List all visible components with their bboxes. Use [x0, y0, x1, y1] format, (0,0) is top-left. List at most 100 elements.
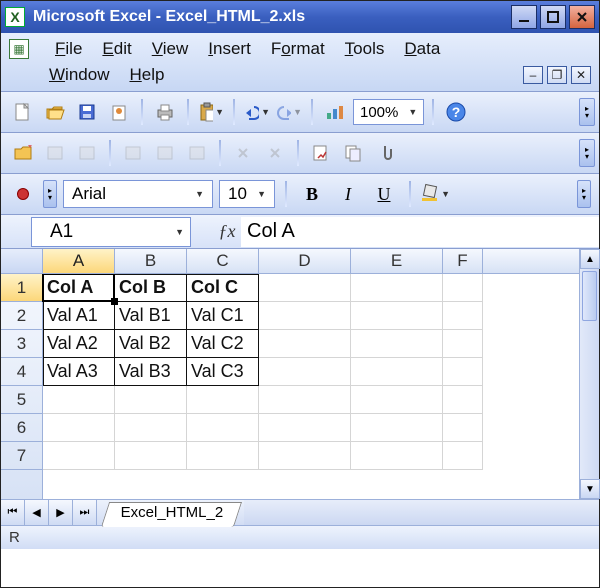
column-header-B[interactable]: B [115, 249, 187, 273]
cell-F6[interactable] [443, 414, 483, 442]
cell-C1[interactable]: Col C [187, 274, 259, 302]
minimize-button[interactable] [511, 5, 537, 29]
row-header-1[interactable]: 1 [1, 274, 42, 302]
cell-C4[interactable]: Val C3 [187, 358, 259, 386]
cell-D4[interactable] [259, 358, 351, 386]
cell-A6[interactable] [43, 414, 115, 442]
cell-D1[interactable] [259, 274, 351, 302]
column-header-A[interactable]: A [43, 249, 115, 273]
formula-input[interactable]: Col A [241, 217, 599, 247]
help-icon[interactable]: ? [442, 98, 470, 126]
menu-file[interactable]: File [55, 39, 82, 59]
bold-button[interactable]: B [297, 180, 327, 208]
cell-B7[interactable] [115, 442, 187, 470]
sheet-nav-last[interactable]: ⏭ [73, 500, 97, 525]
redo-icon[interactable]: ▼ [275, 98, 303, 126]
cell-D2[interactable] [259, 302, 351, 330]
cell-F5[interactable] [443, 386, 483, 414]
cell-A2[interactable]: Val A1 [43, 302, 115, 330]
permission-icon[interactable] [105, 98, 133, 126]
cell-B4[interactable]: Val B3 [115, 358, 187, 386]
row-header-5[interactable]: 5 [1, 386, 42, 414]
cell-E4[interactable] [351, 358, 443, 386]
toolbar-overflow-button[interactable]: ▸▾ [579, 139, 595, 167]
row-header-7[interactable]: 7 [1, 442, 42, 470]
menu-edit[interactable]: Edit [102, 39, 131, 59]
cell-D6[interactable] [259, 414, 351, 442]
cell-F3[interactable] [443, 330, 483, 358]
workbook-icon[interactable]: ▦ [9, 39, 29, 59]
cell-B6[interactable] [115, 414, 187, 442]
new-icon[interactable] [9, 98, 37, 126]
cells-area[interactable]: Col ACol BCol CVal A1Val B1Val C1Val A2V… [43, 274, 599, 499]
undo-icon[interactable]: ▼ [243, 98, 271, 126]
sheet-nav-prev[interactable]: ◀ [25, 500, 49, 525]
column-header-F[interactable]: F [443, 249, 483, 273]
cell-A1[interactable]: Col A [43, 274, 115, 302]
cell-C2[interactable]: Val C1 [187, 302, 259, 330]
cell-D7[interactable] [259, 442, 351, 470]
cell-F4[interactable] [443, 358, 483, 386]
cell-B5[interactable] [115, 386, 187, 414]
workbook-close-button[interactable]: ✕ [571, 66, 591, 84]
name-box[interactable]: A1 ▼ [31, 217, 191, 247]
column-header-E[interactable]: E [351, 249, 443, 273]
cell-E1[interactable] [351, 274, 443, 302]
font-size-combo[interactable]: 10 ▼ [219, 180, 275, 208]
cell-E5[interactable] [351, 386, 443, 414]
cell-A5[interactable] [43, 386, 115, 414]
cell-C3[interactable]: Val C2 [187, 330, 259, 358]
paste-icon[interactable]: ▼ [197, 98, 225, 126]
fill-color-button[interactable]: ▼ [421, 180, 451, 208]
cell-A4[interactable]: Val A3 [43, 358, 115, 386]
maximize-button[interactable] [540, 5, 566, 29]
cell-A3[interactable]: Val A2 [43, 330, 115, 358]
cell-E7[interactable] [351, 442, 443, 470]
save-icon[interactable] [73, 98, 101, 126]
cell-E6[interactable] [351, 414, 443, 442]
menu-help[interactable]: Help [129, 65, 164, 85]
workbook-minimize-button[interactable]: – [523, 66, 543, 84]
cell-C7[interactable] [187, 442, 259, 470]
row-header-2[interactable]: 2 [1, 302, 42, 330]
cell-F1[interactable] [443, 274, 483, 302]
cell-D5[interactable] [259, 386, 351, 414]
sheet-track[interactable] [244, 500, 599, 525]
menu-insert[interactable]: Insert [208, 39, 251, 59]
fx-icon[interactable]: ƒx [213, 221, 241, 242]
new-folder-icon[interactable]: * [9, 139, 37, 167]
menu-tools[interactable]: Tools [345, 39, 385, 59]
attach-icon[interactable] [371, 139, 399, 167]
scroll-down-button[interactable]: ▼ [580, 479, 599, 499]
chart-wizard-icon[interactable] [321, 98, 349, 126]
scroll-track[interactable] [580, 323, 599, 479]
column-header-C[interactable]: C [187, 249, 259, 273]
workbook-restore-button[interactable]: ❐ [547, 66, 567, 84]
record-macro-icon[interactable] [9, 180, 37, 208]
open-icon[interactable] [41, 98, 69, 126]
toolbar-overflow-button[interactable]: ▸▾ [579, 98, 595, 126]
menu-window[interactable]: Window [49, 65, 109, 85]
menu-format[interactable]: Format [271, 39, 325, 59]
cell-F7[interactable] [443, 442, 483, 470]
row-header-6[interactable]: 6 [1, 414, 42, 442]
menu-view[interactable]: View [152, 39, 189, 59]
font-combo[interactable]: Arial ▼ [63, 180, 213, 208]
row-header-4[interactable]: 4 [1, 358, 42, 386]
cell-E2[interactable] [351, 302, 443, 330]
italic-button[interactable]: I [333, 180, 363, 208]
select-all-corner[interactable] [1, 249, 43, 273]
print-icon[interactable] [151, 98, 179, 126]
cell-B3[interactable]: Val B2 [115, 330, 187, 358]
menu-data[interactable]: Data [404, 39, 440, 59]
zoom-combo[interactable]: 100%▼ [353, 99, 424, 125]
sheet-nav-next[interactable]: ▶ [49, 500, 73, 525]
cell-F2[interactable] [443, 302, 483, 330]
scroll-thumb[interactable] [582, 274, 597, 321]
cell-C6[interactable] [187, 414, 259, 442]
cell-B2[interactable]: Val B1 [115, 302, 187, 330]
cell-D3[interactable] [259, 330, 351, 358]
copy-icon[interactable] [339, 139, 367, 167]
sheet-nav-first[interactable]: ⏮ [1, 500, 25, 525]
column-header-D[interactable]: D [259, 249, 351, 273]
